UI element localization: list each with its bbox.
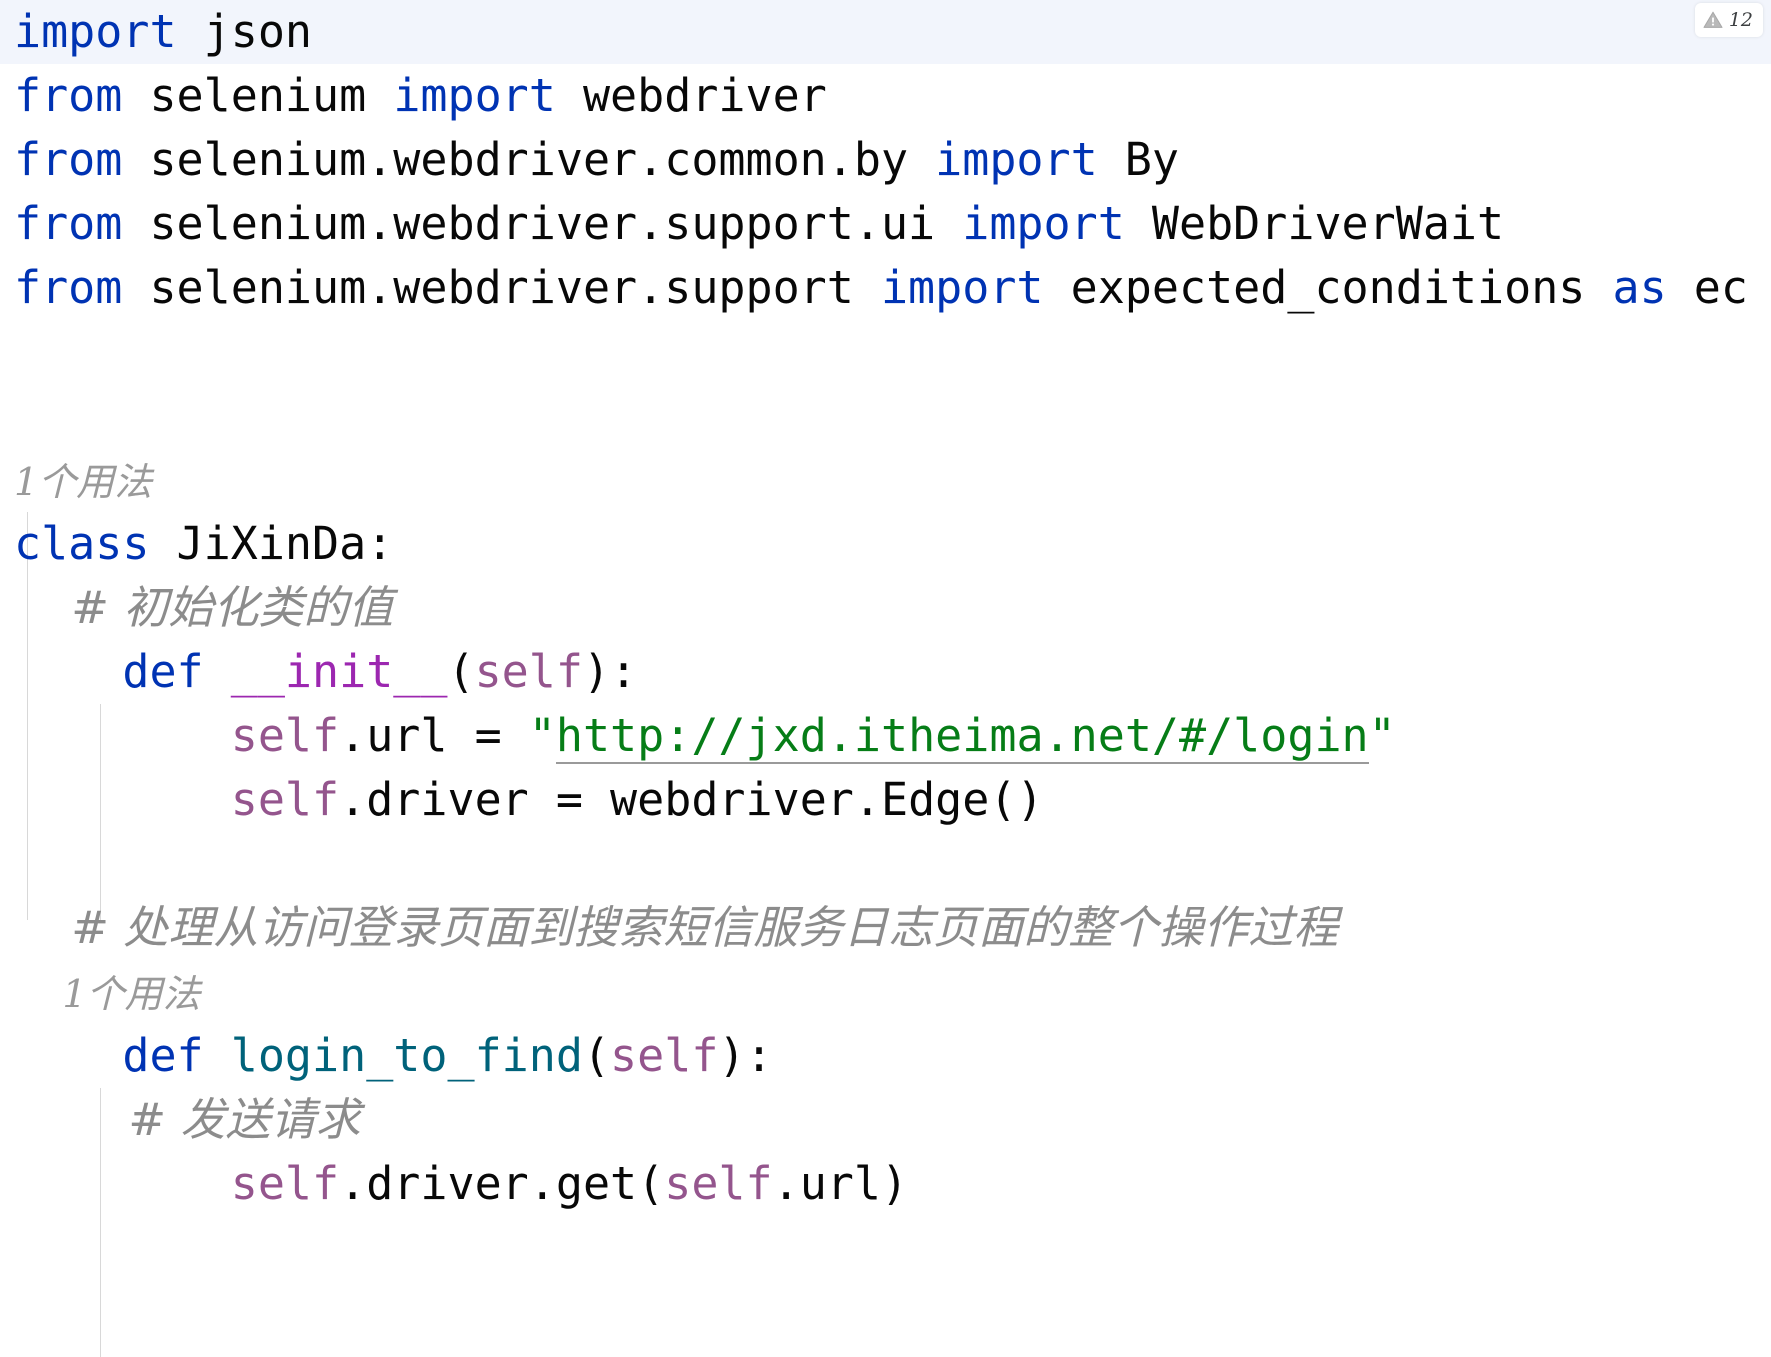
code-token-plain: expected_conditions: [1043, 261, 1613, 314]
warning-count: 12: [1728, 8, 1753, 31]
code-token-plain: By: [1097, 133, 1179, 186]
code-token-comment: # 发送请求: [14, 1093, 361, 1146]
code-token-plain: ):: [582, 645, 638, 698]
code-token-str: ": [528, 709, 556, 762]
code-token-magic: __init__: [230, 645, 448, 698]
code-token-str: ": [1368, 709, 1396, 762]
code-line[interactable]: from selenium import webdriver: [0, 64, 1771, 128]
code-token-plain: ):: [718, 1029, 773, 1082]
code-line[interactable]: [0, 832, 1771, 896]
code-line[interactable]: # 处理从访问登录页面到搜索短信服务日志页面的整个操作过程: [0, 896, 1771, 960]
inlay-hint-line[interactable]: 1个用法: [0, 448, 1771, 512]
code-token-plain: selenium.webdriver.support.ui: [122, 197, 963, 250]
code-token-selfkw: self: [230, 773, 340, 826]
code-token-comment: # 处理从访问登录页面到搜索短信服务日志页面的整个操作过程: [14, 901, 1339, 954]
code-line[interactable]: from selenium.webdriver.common.by import…: [0, 128, 1771, 192]
code-line[interactable]: class JiXinDa:: [0, 512, 1771, 576]
code-token-kw: def: [122, 1029, 204, 1082]
code-token-plain: JiXinDa:: [149, 517, 394, 570]
code-line[interactable]: self.url = "http://jxd.itheima.net/#/log…: [0, 704, 1771, 768]
code-line[interactable]: from selenium.webdriver.support import e…: [0, 256, 1771, 320]
code-line[interactable]: self.driver.get(self.url): [0, 1152, 1771, 1216]
code-token-plain: WebDriverWait: [1124, 197, 1505, 250]
code-token-plain: selenium.webdriver.support: [122, 261, 881, 314]
code-token-plain: .driver.get(: [339, 1157, 665, 1210]
code-token-kw: import: [14, 5, 177, 58]
code-token-selfkw: self: [664, 1157, 773, 1210]
code-token-kw: from: [14, 197, 123, 250]
code-token-inlay: 1个用法: [14, 460, 153, 504]
code-token-inlay: 1个用法: [14, 972, 201, 1016]
code-token-kw: import: [962, 197, 1125, 250]
code-token-plain: ec: [1666, 261, 1748, 314]
code-token-kw: from: [14, 69, 123, 122]
code-token-kw: import: [880, 261, 1044, 314]
code-token-kw: def: [122, 645, 204, 698]
code-line[interactable]: [0, 384, 1771, 448]
code-token-plain: .driver = webdriver.Edge(): [339, 773, 1044, 826]
inspection-widget[interactable]: 12: [1694, 3, 1763, 37]
code-line[interactable]: import json: [0, 0, 1771, 64]
code-token-kw: class: [14, 517, 150, 570]
code-token-kw: from: [14, 133, 123, 186]
code-line[interactable]: from selenium.webdriver.support.ui impor…: [0, 192, 1771, 256]
code-token-kw: as: [1612, 261, 1667, 314]
code-token-selfkw: self: [610, 1029, 719, 1082]
editor-code-area[interactable]: import json from selenium import webdrive…: [0, 0, 1771, 1357]
code-token-selfkw: self: [230, 1157, 340, 1210]
code-token-plain: (: [582, 1029, 611, 1082]
code-editor[interactable]: import json from selenium import webdrive…: [0, 0, 1771, 1357]
warning-triangle-icon: [1703, 11, 1723, 29]
code-token-plain: .url): [772, 1157, 909, 1210]
code-token-plain: (: [447, 645, 475, 698]
code-token-selfkw: self: [474, 645, 583, 698]
code-line[interactable]: # 初始化类的值: [0, 576, 1771, 640]
inlay-hint-line[interactable]: 1个用法: [0, 960, 1771, 1024]
code-token-comment: # 初始化类的值: [14, 581, 394, 634]
code-token-kw: import: [935, 133, 1098, 186]
code-token-kw: import: [393, 69, 556, 122]
code-token-funcname: login_to_find: [230, 1029, 583, 1082]
code-token-plain: .url =: [339, 709, 529, 762]
code-token-plain: selenium: [122, 69, 394, 122]
code-token-plain: webdriver: [555, 69, 827, 122]
code-line[interactable]: self.driver = webdriver.Edge(): [0, 768, 1771, 832]
code-token-plain: selenium.webdriver.common.by: [122, 133, 936, 186]
code-line[interactable]: def login_to_find(self):: [0, 1024, 1771, 1088]
code-line[interactable]: [0, 320, 1771, 384]
code-token-selfkw: self: [230, 709, 340, 762]
code-token-plain: json: [176, 5, 313, 58]
code-line[interactable]: # 发送请求: [0, 1088, 1771, 1152]
code-token-strlink: http://jxd.itheima.net/#/login: [555, 709, 1369, 764]
code-token-kw: from: [14, 261, 123, 314]
code-line[interactable]: def __init__(self):: [0, 640, 1771, 704]
